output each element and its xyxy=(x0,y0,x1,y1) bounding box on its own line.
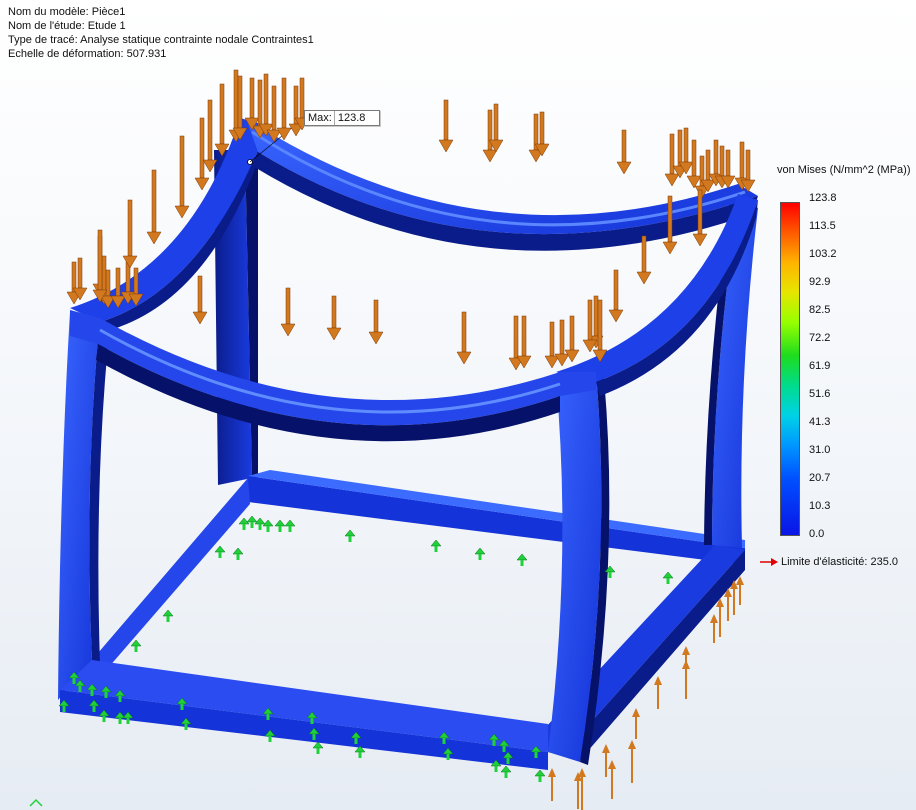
load-arrow-icon xyxy=(280,287,296,337)
load-arrow-icon xyxy=(326,295,342,341)
model-name-label: Nom du modèle: Pièce1 xyxy=(8,6,126,18)
fixture-icon xyxy=(516,553,528,566)
model-viewport[interactable] xyxy=(0,0,916,810)
legend-tick: 20.7 xyxy=(809,472,831,484)
load-arrow-icon xyxy=(632,708,640,739)
legend-tick: 61.9 xyxy=(809,360,831,372)
fixture-icon xyxy=(246,515,258,528)
fixture-icon xyxy=(284,519,296,532)
plot-type-label: Type de tracé: Analyse statique contrain… xyxy=(8,34,314,46)
legend-tick: 82.5 xyxy=(809,304,831,316)
frame-beam-bottom-back xyxy=(248,470,745,565)
load-arrow-icon xyxy=(608,269,624,323)
fixture-icon xyxy=(238,517,250,530)
load-arrow-icon xyxy=(616,129,632,175)
fixture-icon xyxy=(474,547,486,560)
legend-tick: 113.5 xyxy=(809,220,836,232)
fixture-icon xyxy=(262,519,274,532)
load-arrow-icon xyxy=(122,199,138,269)
load-arrow-icon xyxy=(664,133,680,187)
frame-beam-bottom-front xyxy=(60,660,548,770)
load-arrow-icon xyxy=(710,614,718,643)
load-arrow-icon xyxy=(724,588,732,621)
max-value-tag[interactable]: Max: 123.8 xyxy=(304,110,381,126)
load-arrow-icon xyxy=(608,760,616,799)
load-arrow-icon xyxy=(368,299,384,345)
load-arrow-icon xyxy=(548,768,556,801)
load-arrow-icon xyxy=(716,598,724,637)
study-name-label: Nom de l'étude: Etude 1 xyxy=(8,20,126,32)
legend-tick: 10.3 xyxy=(809,500,831,512)
legend-tick: 0.0 xyxy=(809,528,825,540)
legend-title: von Mises (N/mm^2 (MPa)) xyxy=(777,164,911,176)
load-arrow-icon xyxy=(146,169,162,245)
load-arrow-icon xyxy=(266,85,282,143)
frame-beam-bottom-left xyxy=(92,478,250,686)
load-arrow-icon xyxy=(174,135,190,219)
legend-tick: 92.9 xyxy=(809,276,831,288)
load-arrow-icon xyxy=(214,83,230,157)
load-arrow-icon xyxy=(202,99,218,173)
load-arrow-icon xyxy=(636,235,652,285)
load-arrow-icon xyxy=(574,772,582,809)
load-arrow-icon xyxy=(578,768,586,810)
load-arrow-icon xyxy=(736,576,744,605)
load-arrow-icon xyxy=(654,676,662,709)
fixture-icon xyxy=(344,529,356,542)
load-arrow-icon xyxy=(192,275,208,325)
load-arrow-icon xyxy=(544,321,560,369)
load-arrow-icon xyxy=(438,99,454,153)
load-arrow-icon xyxy=(276,77,292,141)
legend-tick: 51.6 xyxy=(809,388,831,400)
load-arrow-icon xyxy=(628,740,636,783)
fixture-icon xyxy=(130,639,142,652)
legend-tick: 72.2 xyxy=(809,332,831,344)
fixture-icon xyxy=(274,519,286,532)
frame-post-front-left xyxy=(58,312,110,700)
deformation-scale-label: Echelle de déformation: 507.931 xyxy=(8,48,167,60)
load-arrow-icon xyxy=(456,311,472,365)
load-arrow-icon xyxy=(682,660,690,699)
fixture-icon xyxy=(162,609,174,622)
fixture-icon xyxy=(214,545,226,558)
fixture-icon xyxy=(534,769,546,782)
legend-tick: 41.3 xyxy=(809,416,831,428)
legend-tick: 31.0 xyxy=(809,444,831,456)
study-info-block: Nom du modèle: Pièce1 Nom de l'étude: Et… xyxy=(8,5,314,61)
fixture-icon xyxy=(232,547,244,560)
fixture-icon xyxy=(500,765,512,778)
yield-arrow-icon xyxy=(760,558,778,566)
yield-limit-indicator: Limite d'élasticité: 235.0 xyxy=(760,556,898,568)
fixture-icon xyxy=(662,571,674,584)
legend-tick: 123.8 xyxy=(809,192,837,204)
fixture-icon xyxy=(254,517,266,530)
max-label: Max: xyxy=(308,112,332,124)
max-value: 123.8 xyxy=(333,111,380,125)
legend-tick: 103.2 xyxy=(809,248,837,260)
triad-icon xyxy=(29,798,43,807)
fixture-icon xyxy=(430,539,442,552)
load-arrow-icon xyxy=(602,744,610,777)
stress-colorbar xyxy=(780,202,800,536)
fixture-icon xyxy=(312,741,324,754)
yield-limit-label: Limite d'élasticité: 235.0 xyxy=(781,556,899,568)
load-arrow-icon xyxy=(194,117,210,191)
